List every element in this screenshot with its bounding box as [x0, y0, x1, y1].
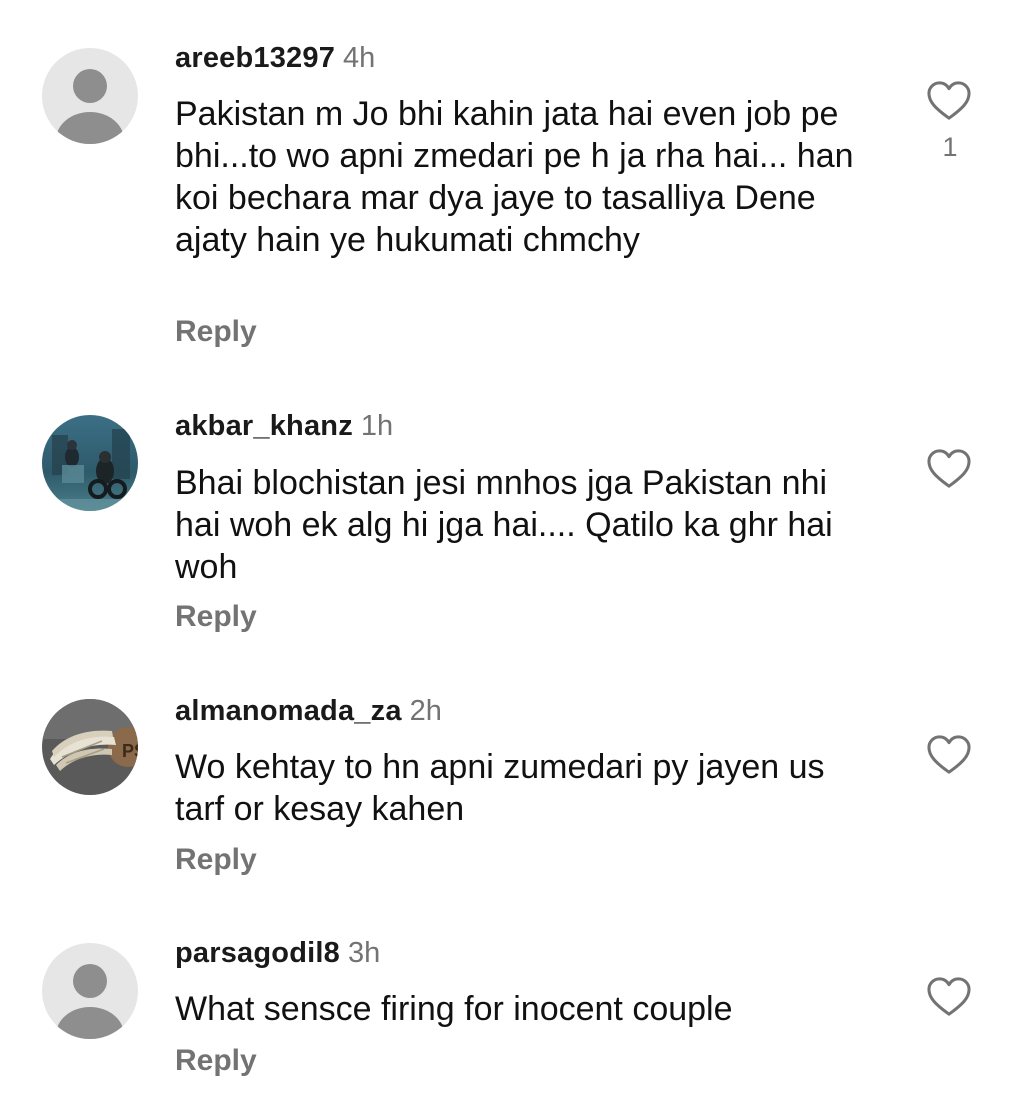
- heart-outline-icon[interactable]: [926, 976, 972, 1018]
- reply-button[interactable]: Reply: [175, 315, 257, 349]
- like-control: 1: [926, 80, 974, 162]
- avatar[interactable]: [42, 415, 138, 511]
- avatar[interactable]: [42, 943, 138, 1039]
- avatar[interactable]: PS: [42, 699, 138, 795]
- username[interactable]: almanomada_za: [175, 695, 402, 727]
- timestamp: 1h: [360, 410, 394, 442]
- comment-text: Bhai blochistan jesi mnhos jga Pakistan …: [175, 464, 833, 586]
- username[interactable]: parsagodil8: [175, 937, 340, 969]
- timestamp: 4h: [343, 42, 376, 74]
- username[interactable]: akbar_khanz: [175, 410, 353, 442]
- timestamp: 2h: [409, 695, 442, 727]
- comment-text: What sensce firing for inocent couple: [175, 990, 733, 1028]
- timestamp: 3h: [347, 937, 381, 969]
- like-control: [926, 734, 974, 776]
- comment-header: areeb13297 4h: [175, 41, 375, 75]
- heart-outline-icon[interactable]: [926, 80, 972, 122]
- like-control: [926, 448, 974, 490]
- avatar[interactable]: [42, 48, 138, 144]
- heart-outline-icon[interactable]: [926, 734, 972, 776]
- comment-text: Pakistan m Jo bhi kahin jata hai even jo…: [175, 95, 854, 259]
- heart-outline-icon[interactable]: [926, 448, 972, 490]
- reply-button[interactable]: Reply: [175, 600, 257, 634]
- comment-header: akbar_khanz 1h: [175, 409, 393, 443]
- username[interactable]: areeb13297: [175, 42, 335, 74]
- reply-button[interactable]: Reply: [175, 843, 257, 877]
- comment-header: parsagodil8 3h: [175, 936, 380, 970]
- comment-text: Wo kehtay to hn apni zumedari py jayen u…: [175, 748, 825, 828]
- comment-header: almanomada_za 2h: [175, 694, 442, 728]
- like-count: 1: [942, 132, 958, 162]
- reply-button[interactable]: Reply: [175, 1044, 257, 1078]
- svg-text:PS: PS: [122, 741, 138, 761]
- like-control: [926, 976, 974, 1018]
